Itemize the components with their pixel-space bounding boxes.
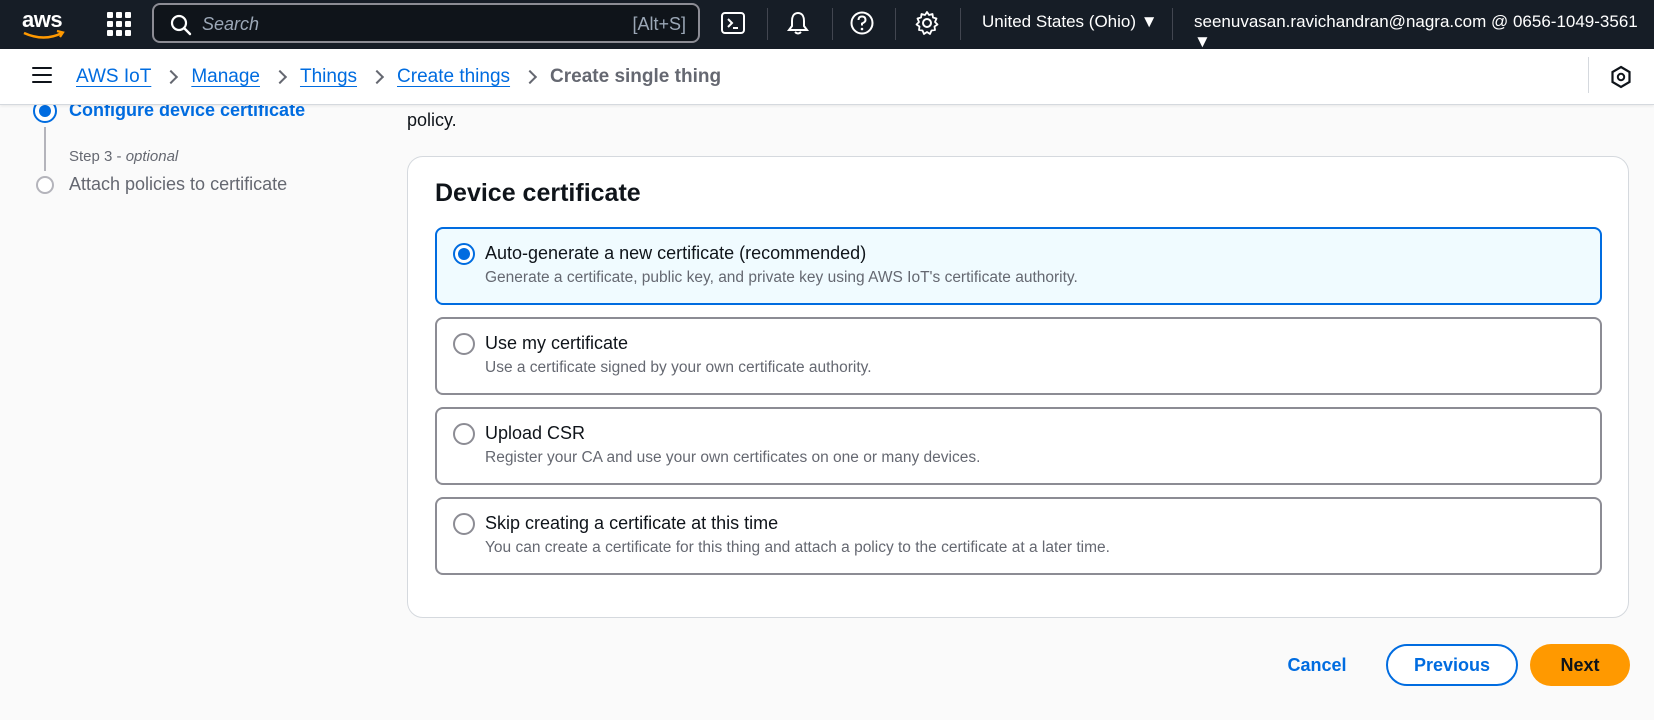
chevron-right-icon [272, 69, 288, 85]
step3-number: Step 3 - [69, 148, 126, 165]
search-icon [170, 14, 192, 36]
option-title: Use my certificate [485, 333, 629, 353]
nav-divider [960, 8, 961, 40]
breadcrumb-current: Create single thing [550, 66, 722, 87]
radio-button[interactable] [453, 513, 475, 535]
step-connector [44, 127, 46, 171]
cloudshell-icon[interactable] [720, 10, 746, 36]
cancel-button[interactable]: Cancel [1270, 645, 1364, 685]
top-navigation: aws Search [Alt+S] United States (Ohio) … [0, 0, 1654, 52]
radio-button[interactable] [453, 423, 475, 445]
breadcrumb-things[interactable]: Things [300, 66, 357, 88]
chevron-right-icon [522, 69, 538, 85]
nav-divider [895, 8, 896, 40]
radio-button[interactable] [453, 333, 475, 355]
option-upload-csr[interactable]: Upload CSR Register your CA and use your… [435, 407, 1602, 485]
breadcrumb: AWS IoT Manage Things Create things Crea… [76, 66, 721, 88]
step-pending-indicator [36, 176, 54, 194]
option-description: Generate a certificate, public key, and … [485, 269, 1078, 286]
option-description: You can create a certificate for this th… [485, 539, 1110, 556]
option-title: Upload CSR [485, 423, 586, 443]
option-title: Auto-generate a new certificate (recomme… [485, 243, 867, 263]
chevron-right-icon [164, 69, 179, 85]
device-certificate-card: Device certificate Auto-generate a new c… [407, 156, 1629, 618]
option-use-my-certificate[interactable]: Use my certificate Use a certificate sig… [435, 317, 1602, 395]
option-auto-generate[interactable]: Auto-generate a new certificate (recomme… [435, 227, 1602, 305]
radio-button[interactable] [453, 243, 475, 265]
step-attach-policies[interactable]: Attach policies to certificate [69, 174, 287, 195]
hexagon-icon[interactable] [1610, 65, 1632, 89]
breadcrumb-create-things[interactable]: Create things [397, 66, 510, 88]
region-selector[interactable]: United States (Ohio) ▼ [982, 12, 1158, 32]
breadcrumb-bar: AWS IoT Manage Things Create things Crea… [0, 49, 1654, 105]
option-title: Skip creating a certificate at this time [485, 513, 779, 533]
card-title: Device certificate [435, 179, 641, 207]
nav-divider [1172, 8, 1173, 40]
chevron-right-icon [369, 69, 385, 85]
search-placeholder: Search [202, 14, 260, 34]
breadcrumb-manage[interactable]: Manage [191, 66, 260, 88]
menu-icon[interactable] [32, 67, 52, 85]
help-icon[interactable] [849, 10, 875, 36]
step3-optional: optional [125, 148, 179, 165]
services-menu-icon[interactable] [107, 12, 131, 36]
search-shortcut: [Alt+S] [632, 14, 686, 34]
option-description: Register your CA and use your own certif… [485, 449, 981, 466]
intro-text: policy. [407, 110, 457, 130]
next-button[interactable]: Next [1530, 644, 1630, 686]
breadcrumb-divider [1588, 57, 1589, 93]
settings-icon[interactable] [914, 10, 940, 36]
previous-button[interactable]: Previous [1386, 644, 1518, 686]
nav-divider [832, 8, 833, 40]
step3-caption: Step 3 - optional [69, 148, 178, 165]
breadcrumb-aws-iot[interactable]: AWS IoT [76, 66, 151, 88]
bell-icon[interactable] [785, 10, 811, 36]
search-input[interactable]: Search [Alt+S] [152, 3, 700, 43]
aws-smile-icon [23, 29, 65, 39]
aws-logo[interactable]: aws [20, 6, 68, 42]
nav-divider [767, 8, 768, 40]
account-menu[interactable]: seenuvasan.ravichandran@nagra.com @ 0656… [1194, 12, 1654, 52]
option-description: Use a certificate signed by your own cer… [485, 359, 872, 376]
option-skip-certificate[interactable]: Skip creating a certificate at this time… [435, 497, 1602, 575]
